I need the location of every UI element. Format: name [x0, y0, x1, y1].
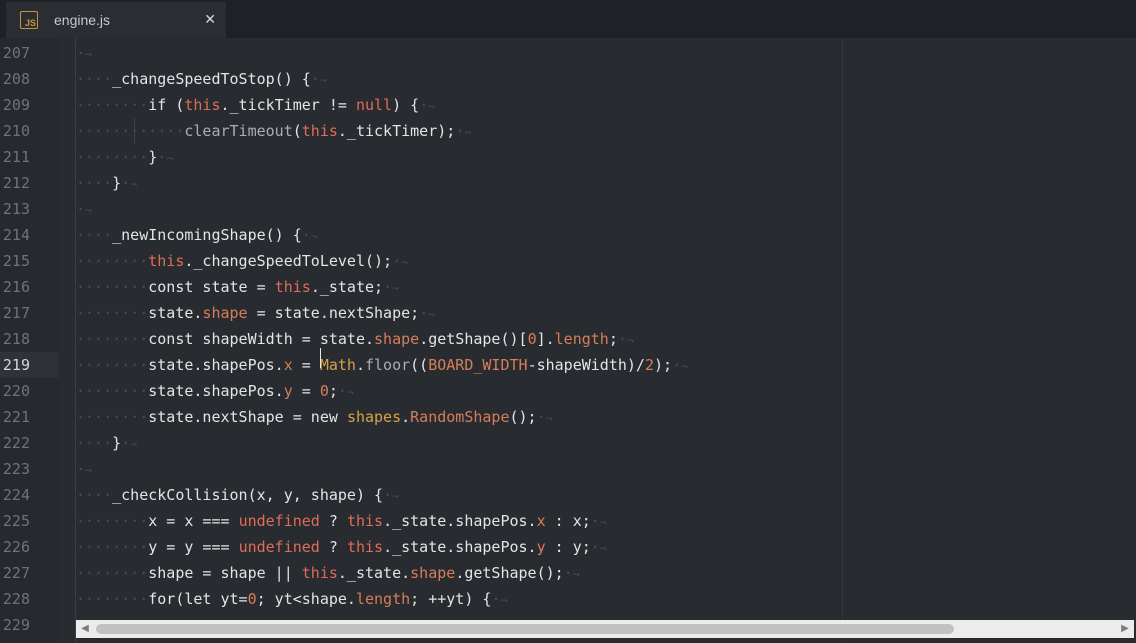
line-number: 223: [2, 460, 30, 478]
line-number-gutter: 207 208 209 210 211 212 213 214 215 216 217 218 219 2…: [0, 38, 58, 643]
line-number: 229: [2, 616, 30, 634]
code-line[interactable]: ········}·¬: [76, 144, 173, 170]
line-number: 208: [2, 70, 30, 88]
line-number: 218: [2, 330, 30, 348]
line-number: 215: [2, 252, 30, 270]
horizontal-scrollbar[interactable]: ◀ ▶: [76, 620, 1134, 638]
code-line[interactable]: ····_checkCollision(x, y, shape) {·¬: [76, 482, 399, 508]
close-icon[interactable]: ✕: [204, 2, 216, 38]
code-line[interactable]: ········this._changeSpeedToLevel();·¬: [76, 248, 408, 274]
line-number: 212: [2, 174, 30, 192]
scrollbar-thumb[interactable]: [96, 624, 954, 634]
scroll-right-arrow-icon[interactable]: ▶: [1116, 620, 1134, 638]
line-number: 209: [2, 96, 30, 114]
tab-label: engine.js: [54, 12, 111, 28]
line-number: 219: [2, 356, 30, 374]
code-line[interactable]: ········state.shapePos.y = 0;·¬: [76, 378, 354, 404]
line-number: 221: [2, 408, 30, 426]
code-line[interactable]: ····}·¬: [76, 170, 137, 196]
javascript-file-icon: JS: [20, 11, 38, 29]
tab-engine-js[interactable]: JS engine.js ✕: [6, 2, 226, 38]
code-line[interactable]: ············clearTimeout(this._tickTimer…: [76, 118, 471, 144]
line-number: 222: [2, 434, 30, 452]
indent-guide: [133, 118, 135, 144]
line-number: 227: [2, 564, 30, 582]
line-number: 211: [2, 148, 30, 166]
line-number: 226: [2, 538, 30, 556]
code-line[interactable]: ····}·¬: [76, 430, 137, 456]
line-number: 213: [2, 200, 30, 218]
line-number: 228: [2, 590, 30, 608]
line-number: 216: [2, 278, 30, 296]
code-line[interactable]: ········state.shape = state.nextShape;·¬: [76, 300, 435, 326]
tab-bar: JS engine.js ✕: [0, 0, 1136, 38]
code-line[interactable]: ····_newIncomingShape() {·¬: [76, 222, 317, 248]
line-number: 225: [2, 512, 30, 530]
code-line[interactable]: ·¬: [76, 40, 92, 66]
print-margin-guide: [842, 38, 843, 643]
line-number: 217: [2, 304, 30, 322]
code-line[interactable]: ········if (this._tickTimer != null) {·¬: [76, 92, 435, 118]
code-line[interactable]: ·¬: [76, 456, 92, 482]
code-line[interactable]: ········const shapeWidth = state.shape.g…: [76, 326, 634, 352]
code-line[interactable]: ········for(let yt=0; yt<shape.length; +…: [76, 586, 507, 612]
line-number: 214: [2, 226, 30, 244]
line-number: 207: [2, 44, 30, 62]
code-line[interactable]: ········y = y === undefined ? this._stat…: [76, 534, 606, 560]
code-line[interactable]: ····_changeSpeedToStop() {·¬: [76, 66, 326, 92]
code-line[interactable]: ········state.shapePos.x = Math.floor((B…: [76, 352, 688, 378]
code-line[interactable]: ········shape = shape || this._state.sha…: [76, 560, 579, 586]
line-number: 224: [2, 486, 30, 504]
code-line[interactable]: ········x = x === undefined ? this._stat…: [76, 508, 606, 534]
scroll-left-arrow-icon[interactable]: ◀: [76, 620, 94, 638]
text-cursor: [320, 348, 321, 368]
code-line[interactable]: ·¬: [76, 196, 92, 222]
line-number: 210: [2, 122, 30, 140]
code-line[interactable]: ········const state = this._state;·¬: [76, 274, 399, 300]
line-number: 220: [2, 382, 30, 400]
code-line[interactable]: ········state.nextShape = new shapes.Ran…: [76, 404, 552, 430]
code-editor[interactable]: 207 208 209 210 211 212 213 214 215 216 217 218 219 2…: [0, 38, 1136, 643]
